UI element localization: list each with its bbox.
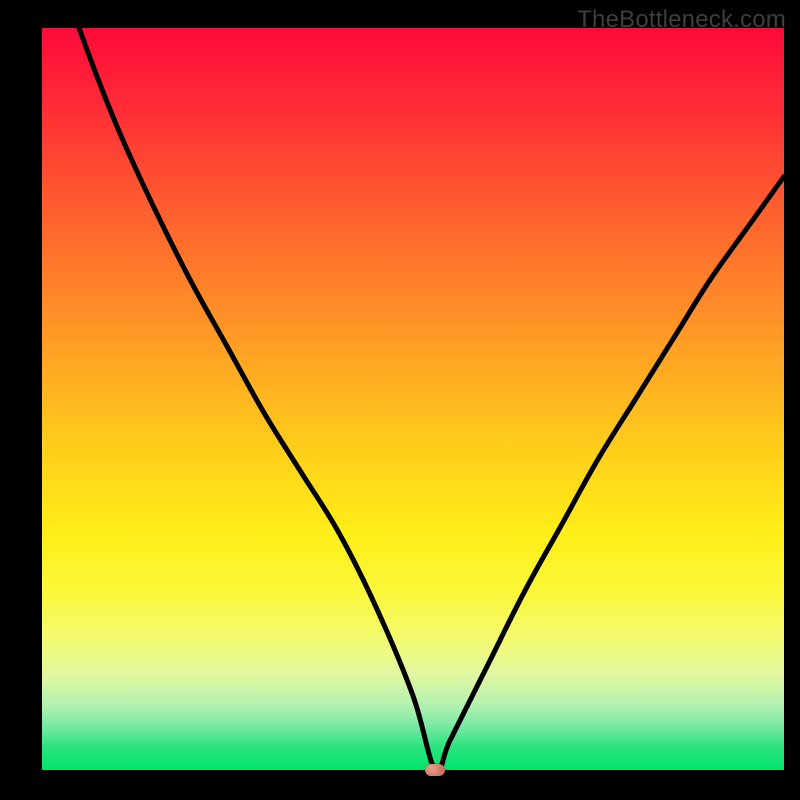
plot-area <box>42 28 784 770</box>
optimal-point-marker <box>425 764 445 776</box>
bottleneck-curve <box>42 28 784 770</box>
watermark-text: TheBottleneck.com <box>577 6 786 34</box>
chart-frame: TheBottleneck.com <box>0 0 800 800</box>
curve-path <box>42 0 784 772</box>
